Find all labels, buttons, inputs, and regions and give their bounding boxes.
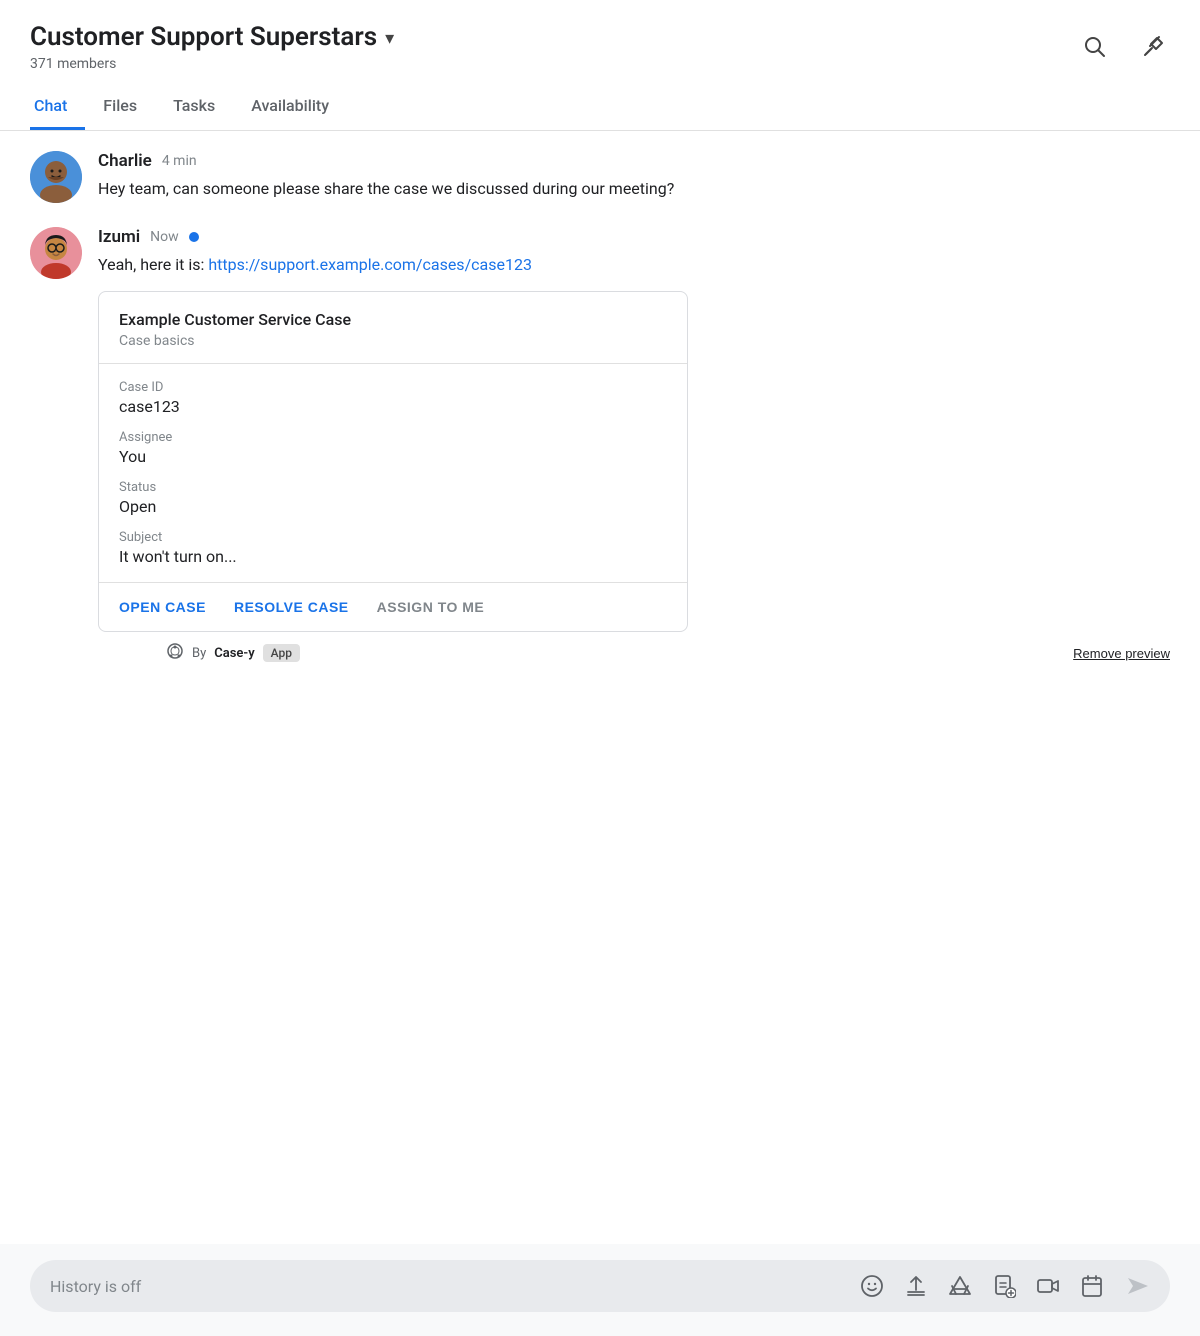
remove-preview-button[interactable]: Remove preview xyxy=(1073,646,1170,661)
pin-icon xyxy=(1142,34,1166,58)
avatar-izumi xyxy=(30,227,82,279)
izumi-time: Now xyxy=(150,229,179,245)
upload-icon xyxy=(904,1274,928,1298)
charlie-message-header: Charlie 4 min xyxy=(98,151,1170,171)
calendar-icon xyxy=(1080,1274,1104,1298)
izumi-message-body: Izumi Now Yeah, here it is: https://supp… xyxy=(98,227,1170,664)
header-title-row: Customer Support Superstars ▾ xyxy=(30,22,394,52)
input-bar-wrapper: History is off xyxy=(0,1244,1200,1336)
tab-availability[interactable]: Availability xyxy=(233,82,347,130)
open-case-button[interactable]: OPEN CASE xyxy=(119,599,206,615)
drive-icon xyxy=(948,1274,972,1298)
charlie-message-body: Charlie 4 min Hey team, can someone plea… xyxy=(98,151,1170,203)
send-icon xyxy=(1126,1274,1150,1298)
case-field-status: Status Open xyxy=(119,480,667,516)
subject-value: It won't turn on... xyxy=(119,547,667,566)
tabs: Chat Files Tasks Availability xyxy=(0,82,1200,131)
status-value: Open xyxy=(119,497,667,516)
tab-tasks[interactable]: Tasks xyxy=(155,82,233,130)
send-button[interactable] xyxy=(1122,1274,1150,1298)
case-card-header: Example Customer Service Case Case basic… xyxy=(99,292,687,364)
input-bar[interactable]: History is off xyxy=(30,1260,1170,1312)
izumi-message-header: Izumi Now xyxy=(98,227,1170,247)
input-placeholder-text: History is off xyxy=(50,1277,842,1296)
tab-chat[interactable]: Chat xyxy=(30,82,85,130)
status-label: Status xyxy=(119,480,667,495)
assignee-value: You xyxy=(119,447,667,466)
message-izumi: Izumi Now Yeah, here it is: https://supp… xyxy=(30,227,1170,664)
header-icons xyxy=(1078,30,1170,62)
casey-icon-svg xyxy=(166,642,184,660)
case-card-actions: OPEN CASE RESOLVE CASE ASSIGN TO ME xyxy=(99,583,687,631)
dropdown-icon[interactable]: ▾ xyxy=(385,28,394,49)
izumi-text: Yeah, here it is: https://support.exampl… xyxy=(98,253,1170,277)
message-charlie: Charlie 4 min Hey team, can someone plea… xyxy=(30,151,1170,203)
emoji-icon xyxy=(860,1274,884,1298)
avatar-charlie xyxy=(30,151,82,203)
charlie-text: Hey team, can someone please share the c… xyxy=(98,177,1170,201)
online-indicator xyxy=(189,232,199,242)
emoji-button[interactable] xyxy=(858,1272,886,1300)
group-name: Customer Support Superstars xyxy=(30,22,377,52)
case-field-subject: Subject It won't turn on... xyxy=(119,530,667,566)
app-badge: App xyxy=(263,644,300,662)
calendar-button[interactable] xyxy=(1078,1272,1106,1300)
izumi-avatar-svg xyxy=(30,227,82,279)
case-field-assignee: Assignee You xyxy=(119,430,667,466)
case-card-subtitle: Case basics xyxy=(119,333,667,349)
chat-content: Charlie 4 min Hey team, can someone plea… xyxy=(0,131,1200,664)
charlie-avatar-svg xyxy=(30,151,82,203)
header: Customer Support Superstars ▾ 371 member… xyxy=(0,0,1200,72)
search-icon xyxy=(1082,34,1106,58)
video-button[interactable] xyxy=(1034,1272,1062,1300)
members-count: 371 members xyxy=(30,56,394,72)
pin-button[interactable] xyxy=(1138,30,1170,62)
search-button[interactable] xyxy=(1078,30,1110,62)
case-id-label: Case ID xyxy=(119,380,667,395)
case-id-value: case123 xyxy=(119,397,667,416)
assignee-label: Assignee xyxy=(119,430,667,445)
app-attribution: By Case-y App Remove preview xyxy=(166,642,1170,664)
case-field-id: Case ID case123 xyxy=(119,380,667,416)
upload-button[interactable] xyxy=(902,1272,930,1300)
case-card-title: Example Customer Service Case xyxy=(119,310,667,329)
attribution-app-name: Case-y xyxy=(214,646,254,661)
header-left: Customer Support Superstars ▾ 371 member… xyxy=(30,22,394,72)
tab-files[interactable]: Files xyxy=(85,82,155,130)
case-link[interactable]: https://support.example.com/cases/case12… xyxy=(208,255,532,274)
video-icon xyxy=(1036,1274,1060,1298)
case-card-body: Case ID case123 Assignee You Status Open… xyxy=(99,364,687,583)
drive-button[interactable] xyxy=(946,1272,974,1300)
attribution-by-text: By xyxy=(192,646,206,661)
casey-logo-icon xyxy=(166,642,184,664)
add-doc-icon xyxy=(992,1274,1016,1298)
subject-label: Subject xyxy=(119,530,667,545)
izumi-author: Izumi xyxy=(98,227,140,247)
case-card: Example Customer Service Case Case basic… xyxy=(98,291,688,632)
charlie-author: Charlie xyxy=(98,151,152,171)
charlie-time: 4 min xyxy=(162,153,197,169)
assign-to-me-button[interactable]: ASSIGN TO ME xyxy=(377,599,485,615)
add-doc-button[interactable] xyxy=(990,1272,1018,1300)
resolve-case-button[interactable]: RESOLVE CASE xyxy=(234,599,349,615)
